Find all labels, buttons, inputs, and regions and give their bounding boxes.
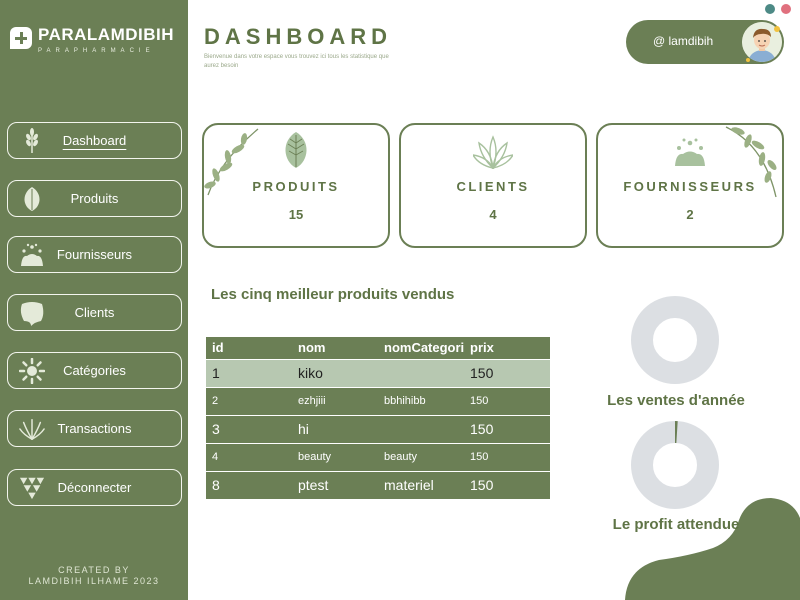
user-name: @ lamdibih <box>653 34 714 48</box>
sales-donut-chart[interactable] <box>630 295 720 385</box>
splash-plant-icon <box>675 138 705 166</box>
cell-nom: ptest <box>292 470 378 499</box>
nav-fournisseurs-label: Fournisseurs <box>56 247 133 262</box>
decor-dot-pink <box>781 4 791 14</box>
nav-transactions[interactable]: Transactions <box>7 410 182 447</box>
decor-blob <box>625 498 800 600</box>
brand-logo: PARALAMDIBIH PARAPHARMACIE <box>10 26 174 55</box>
table-row[interactable]: 2 ezhjiii bbhihibb 150 <box>206 386 550 415</box>
cell-categorie: beauty <box>378 442 464 471</box>
cell-prix: 150 <box>464 386 550 415</box>
column-header-nom[interactable]: nom <box>292 337 378 359</box>
cell-id: 2 <box>206 386 292 415</box>
online-dot <box>774 26 780 32</box>
sidebar: PARALAMDIBIH PARAPHARMACIE Dashboard Pro… <box>0 0 188 600</box>
nav-dashboard-label: Dashboard <box>62 133 127 148</box>
cell-id: 1 <box>206 358 292 387</box>
cell-prix: 150 <box>464 442 550 471</box>
cell-prix: 150 <box>464 358 550 387</box>
footer-author: LAMDIBIH ILHAME 2023 <box>28 576 160 586</box>
profit-donut-chart[interactable] <box>630 420 720 510</box>
table-row[interactable]: 4 beauty beauty 150 <box>206 442 550 471</box>
column-header-prix[interactable]: prix <box>464 337 550 359</box>
stat-card-fournisseurs-value: 2 <box>686 207 694 222</box>
nav-clients-label: Clients <box>74 305 115 320</box>
user-profile[interactable]: @ lamdibih <box>626 20 784 64</box>
stat-card-produits[interactable]: PRODUITS 15 <box>202 123 390 248</box>
pharmacy-cross-icon <box>10 27 32 49</box>
page-title: DASHBOARD <box>204 24 392 49</box>
cell-id: 8 <box>206 470 292 499</box>
donut-track <box>631 296 719 384</box>
stat-card-clients[interactable]: CLIENTS 4 <box>399 123 587 248</box>
sales-chart-caption: Les ventes d'année <box>607 392 745 409</box>
decor-dot-yellow <box>746 58 750 62</box>
stat-card-fournisseurs[interactable]: FOURNISSEURS 2 <box>596 123 784 248</box>
leaf-icon <box>285 132 307 168</box>
cell-categorie <box>378 358 464 387</box>
cell-categorie: materiel <box>378 470 464 499</box>
nav-deconnecter-label: Déconnecter <box>57 480 132 495</box>
table-row[interactable]: 3 hi 150 <box>206 414 550 443</box>
stat-card-clients-value: 4 <box>489 207 497 222</box>
cell-nom: beauty <box>292 442 378 471</box>
nav-clients[interactable]: Clients <box>7 294 182 331</box>
cell-categorie <box>378 414 464 443</box>
cell-prix: 150 <box>464 470 550 499</box>
top-products-title: Les cinq meilleur produits vendus <box>211 286 455 303</box>
cell-id: 3 <box>206 414 292 443</box>
table-header-row: id nom nomCategorie prix <box>206 337 550 359</box>
cell-nom: kiko <box>292 358 378 387</box>
nav-produits[interactable]: Produits <box>7 180 182 217</box>
cell-prix: 150 <box>464 414 550 443</box>
nav-produits-label: Produits <box>70 191 119 206</box>
cell-nom: hi <box>292 414 378 443</box>
stat-card-produits-title: PRODUITS <box>252 179 340 194</box>
cell-categorie: bbhihibb <box>378 386 464 415</box>
table-row[interactable]: 1 kiko 150 <box>206 358 550 387</box>
nav-fournisseurs[interactable]: Fournisseurs <box>7 236 182 273</box>
nav-dashboard[interactable]: Dashboard <box>7 122 182 159</box>
cell-id: 4 <box>206 442 292 471</box>
profit-chart-caption: Le profit attendue <box>612 516 740 533</box>
top-products-table: id nom nomCategorie prix 1 kiko 150 2 ez… <box>206 337 550 499</box>
decor-dot-teal <box>765 4 775 14</box>
brand-subtitle: PARAPHARMACIE <box>38 48 155 54</box>
footer-created-by: CREATED BY <box>58 565 130 575</box>
table-row[interactable]: 8 ptest materiel 150 <box>206 470 550 499</box>
nav-categories-label: Catégories <box>63 363 126 378</box>
page-subtitle: Bienvenue dans votre espace vous trouvez… <box>204 54 389 69</box>
stat-card-fournisseurs-title: FOURNISSEURS <box>623 179 757 194</box>
stat-card-produits-value: 15 <box>288 207 304 222</box>
nav-deconnecter[interactable]: Déconnecter <box>7 469 182 506</box>
brand-name: PARALAMDIBIH <box>38 25 175 44</box>
cell-nom: ezhjiii <box>292 386 378 415</box>
stat-card-clients-title: CLIENTS <box>456 179 530 194</box>
column-header-id[interactable]: id <box>206 337 292 359</box>
column-header-categorie[interactable]: nomCategorie <box>378 337 464 359</box>
nav-transactions-label: Transactions <box>57 421 132 436</box>
nav-categories[interactable]: Catégories <box>7 352 182 389</box>
fan-leaves-icon <box>473 135 513 169</box>
